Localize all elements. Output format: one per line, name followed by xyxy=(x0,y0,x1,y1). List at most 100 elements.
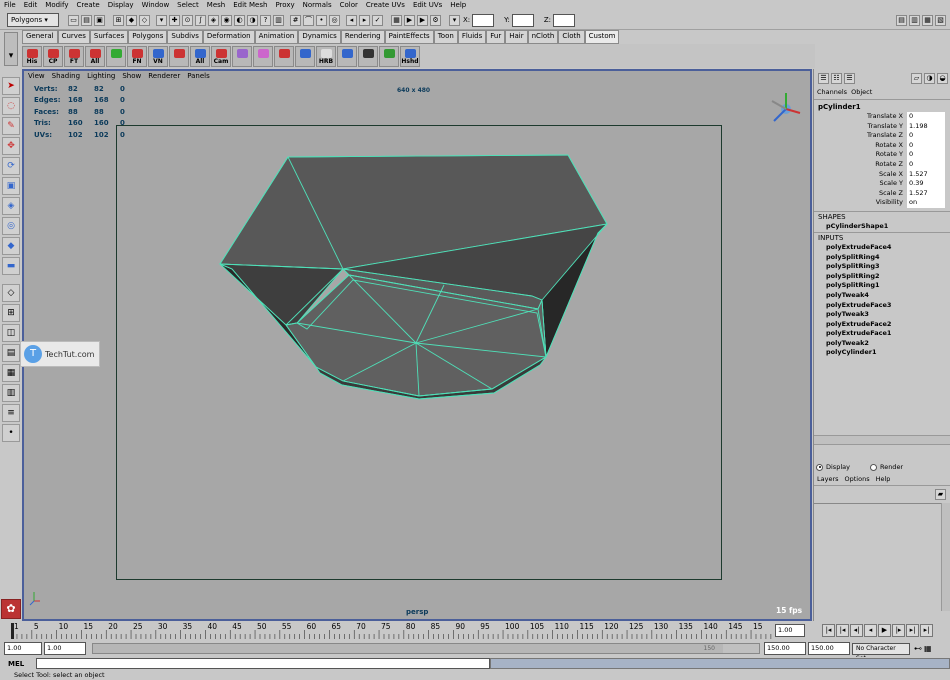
perspective-viewport[interactable]: View Shading Lighting Show Renderer Panels Ve… xyxy=(22,69,812,621)
tab-general[interactable]: General xyxy=(22,29,58,44)
deform-mask-icon[interactable]: ◉ xyxy=(221,14,232,26)
render-radio[interactable] xyxy=(869,463,877,471)
new-layer-icon[interactable]: ▰ xyxy=(935,489,946,500)
channel-box-close-icon[interactable]: ◒ xyxy=(937,72,948,84)
shelf-button-cam[interactable]: Cam xyxy=(211,45,231,67)
render-view-icon[interactable]: ▦ xyxy=(391,14,402,26)
lock-icon[interactable]: ▥ xyxy=(273,14,284,26)
shelf-button-ft[interactable]: FT xyxy=(64,45,84,67)
channel-box-pref-icon[interactable]: ▱ xyxy=(911,72,922,84)
input-node-polyextrudeface2[interactable]: polyExtrudeFace2 xyxy=(814,320,950,330)
step-forward-key-button[interactable]: ▸| xyxy=(906,624,919,637)
surface-mask-icon[interactable]: ◈ xyxy=(208,14,219,26)
menu-help[interactable]: Help xyxy=(450,0,466,11)
handle-mask-icon[interactable]: ✚ xyxy=(169,14,180,26)
tab-ncloth[interactable]: nCloth xyxy=(527,29,559,44)
z-field[interactable] xyxy=(553,13,576,27)
step-forward-frame-button[interactable]: |▸ xyxy=(892,624,905,637)
attr-value[interactable]: on xyxy=(907,198,945,208)
show-hide-panel-icon[interactable]: ▤ xyxy=(896,14,907,26)
attr-row-translate-y[interactable]: Translate Y 1.198 xyxy=(814,121,950,132)
menu-file[interactable]: File xyxy=(4,0,16,11)
channel-layer-mode-icon[interactable]: ☰ xyxy=(844,72,855,84)
character-set-dropdown[interactable]: No Character Set xyxy=(852,642,910,662)
channel-box-help-icon[interactable]: ◑ xyxy=(924,72,935,84)
input-node-polysplitring1[interactable]: polySplitRing1 xyxy=(814,281,950,291)
channel-box-hscroll[interactable] xyxy=(814,435,950,445)
scale-tool-icon[interactable]: ▣ xyxy=(2,177,20,195)
go-to-end-button[interactable]: ▸| xyxy=(920,624,933,637)
layer-menu-layers[interactable]: Layers xyxy=(817,475,839,483)
menu-edit[interactable]: Edit xyxy=(24,0,38,11)
attr-value[interactable]: 0 xyxy=(907,150,945,160)
render-settings-icon[interactable]: ⚙ xyxy=(430,14,441,26)
shelf-button-tool-15[interactable] xyxy=(337,45,357,67)
layer-list[interactable] xyxy=(814,503,950,611)
output-ops-icon[interactable]: ▸ xyxy=(359,14,370,26)
tab-subdivs[interactable]: Subdivs xyxy=(167,29,203,44)
manipulator-tool-icon[interactable]: ◈ xyxy=(2,197,20,215)
tab-deformation[interactable]: Deformation xyxy=(202,29,255,44)
menu-display[interactable]: Display xyxy=(108,0,134,11)
channel-box-tab-object[interactable]: Object xyxy=(851,88,872,96)
bowl-mesh[interactable] xyxy=(24,71,810,619)
shelf-button-tool-12[interactable] xyxy=(274,45,294,67)
snap-plane-icon[interactable]: ◎ xyxy=(329,14,340,26)
shelf-button-hrb[interactable]: HRB xyxy=(316,45,336,67)
y-field[interactable] xyxy=(511,13,534,27)
input-node-polysplitring4[interactable]: polySplitRing4 xyxy=(814,253,950,263)
attr-value[interactable]: 1.527 xyxy=(907,188,945,199)
channel-box-tab-channels[interactable]: Channels xyxy=(817,88,847,96)
attr-row-scale-y[interactable]: Scale Y 0.39 xyxy=(814,179,950,189)
shelf-button-cp[interactable]: CP xyxy=(43,45,63,67)
tab-hair[interactable]: Hair xyxy=(505,29,528,44)
attr-row-translate-x[interactable]: Translate X 0 xyxy=(814,112,950,122)
attribute-editor-icon[interactable]: ▥ xyxy=(909,14,920,26)
menu-proxy[interactable]: Proxy xyxy=(275,0,294,11)
object-name-label[interactable]: pCylinder1 xyxy=(814,102,950,112)
ipr-render-icon[interactable]: ▶ xyxy=(417,14,428,26)
snap-point-icon[interactable]: • xyxy=(316,14,327,26)
curve-mask-icon[interactable]: ∫ xyxy=(195,14,206,26)
go-to-start-button[interactable]: |◂ xyxy=(822,624,835,637)
paint-select-tool-icon[interactable]: ✎ xyxy=(2,117,20,135)
time-slider[interactable]: 1 5 10 15 20 25 30 35 40 45 50 55 60 65 70 75 80 85 90 95 10… xyxy=(0,621,775,640)
last-tool-icon[interactable]: ◆ xyxy=(2,237,20,255)
playback-end-field[interactable]: 150.00 xyxy=(764,642,806,655)
side-by-side-layout-icon[interactable]: ◫ xyxy=(2,324,20,342)
input-node-polyextrudeface3[interactable]: polyExtrudeFace3 xyxy=(814,301,950,311)
open-scene-icon[interactable]: ▤ xyxy=(81,14,92,26)
menu-create-uvs[interactable]: Create UVs xyxy=(366,0,405,11)
shelf-button-tool-13[interactable] xyxy=(295,45,315,67)
construction-history-icon[interactable]: ✓ xyxy=(372,14,383,26)
layer-editor-mode-icon[interactable]: ☷ xyxy=(831,72,842,84)
lasso-tool-icon[interactable]: ◌ xyxy=(2,97,20,115)
attr-value[interactable]: 0.39 xyxy=(907,179,945,189)
shelf-button-his[interactable]: His xyxy=(22,45,42,67)
tab-polygons[interactable]: Polygons xyxy=(128,29,168,44)
select-tool-icon[interactable]: ➤ xyxy=(2,77,20,95)
tab-rendering[interactable]: Rendering xyxy=(340,29,385,44)
soft-mod-tool-icon[interactable]: ◎ xyxy=(2,217,20,235)
attr-value[interactable]: 1.527 xyxy=(907,169,945,180)
input-node-polycylinder1[interactable]: polyCylinder1 xyxy=(814,348,950,358)
mel-input[interactable] xyxy=(36,658,490,669)
input-node-polyextrudeface4[interactable]: polyExtrudeFace4 xyxy=(814,243,950,253)
play-forward-button[interactable]: ▶ xyxy=(878,624,891,637)
select-object-icon[interactable]: ◆ xyxy=(126,14,137,26)
shelf-menu-button[interactable]: ▾ xyxy=(4,32,18,66)
four-pane-layout-icon[interactable]: ⊞ xyxy=(2,304,20,322)
tab-toon[interactable]: Toon xyxy=(433,29,458,44)
menu-modify[interactable]: Modify xyxy=(45,0,68,11)
range-slider-handle[interactable] xyxy=(93,644,723,653)
shelf-button-fn[interactable]: FN xyxy=(127,45,147,67)
menu-mesh[interactable]: Mesh xyxy=(207,0,225,11)
step-back-frame-button[interactable]: ◂| xyxy=(850,624,863,637)
attr-value[interactable]: 0 xyxy=(907,131,945,141)
display-radio[interactable] xyxy=(816,463,823,471)
attr-row-scale-x[interactable]: Scale X 1.527 xyxy=(814,169,950,180)
input-node-polysplitring2[interactable]: polySplitRing2 xyxy=(814,272,950,282)
tab-custom[interactable]: Custom xyxy=(584,29,620,44)
input-ops-icon[interactable]: ◂ xyxy=(346,14,357,26)
move-tool-icon[interactable]: ✥ xyxy=(2,137,20,155)
